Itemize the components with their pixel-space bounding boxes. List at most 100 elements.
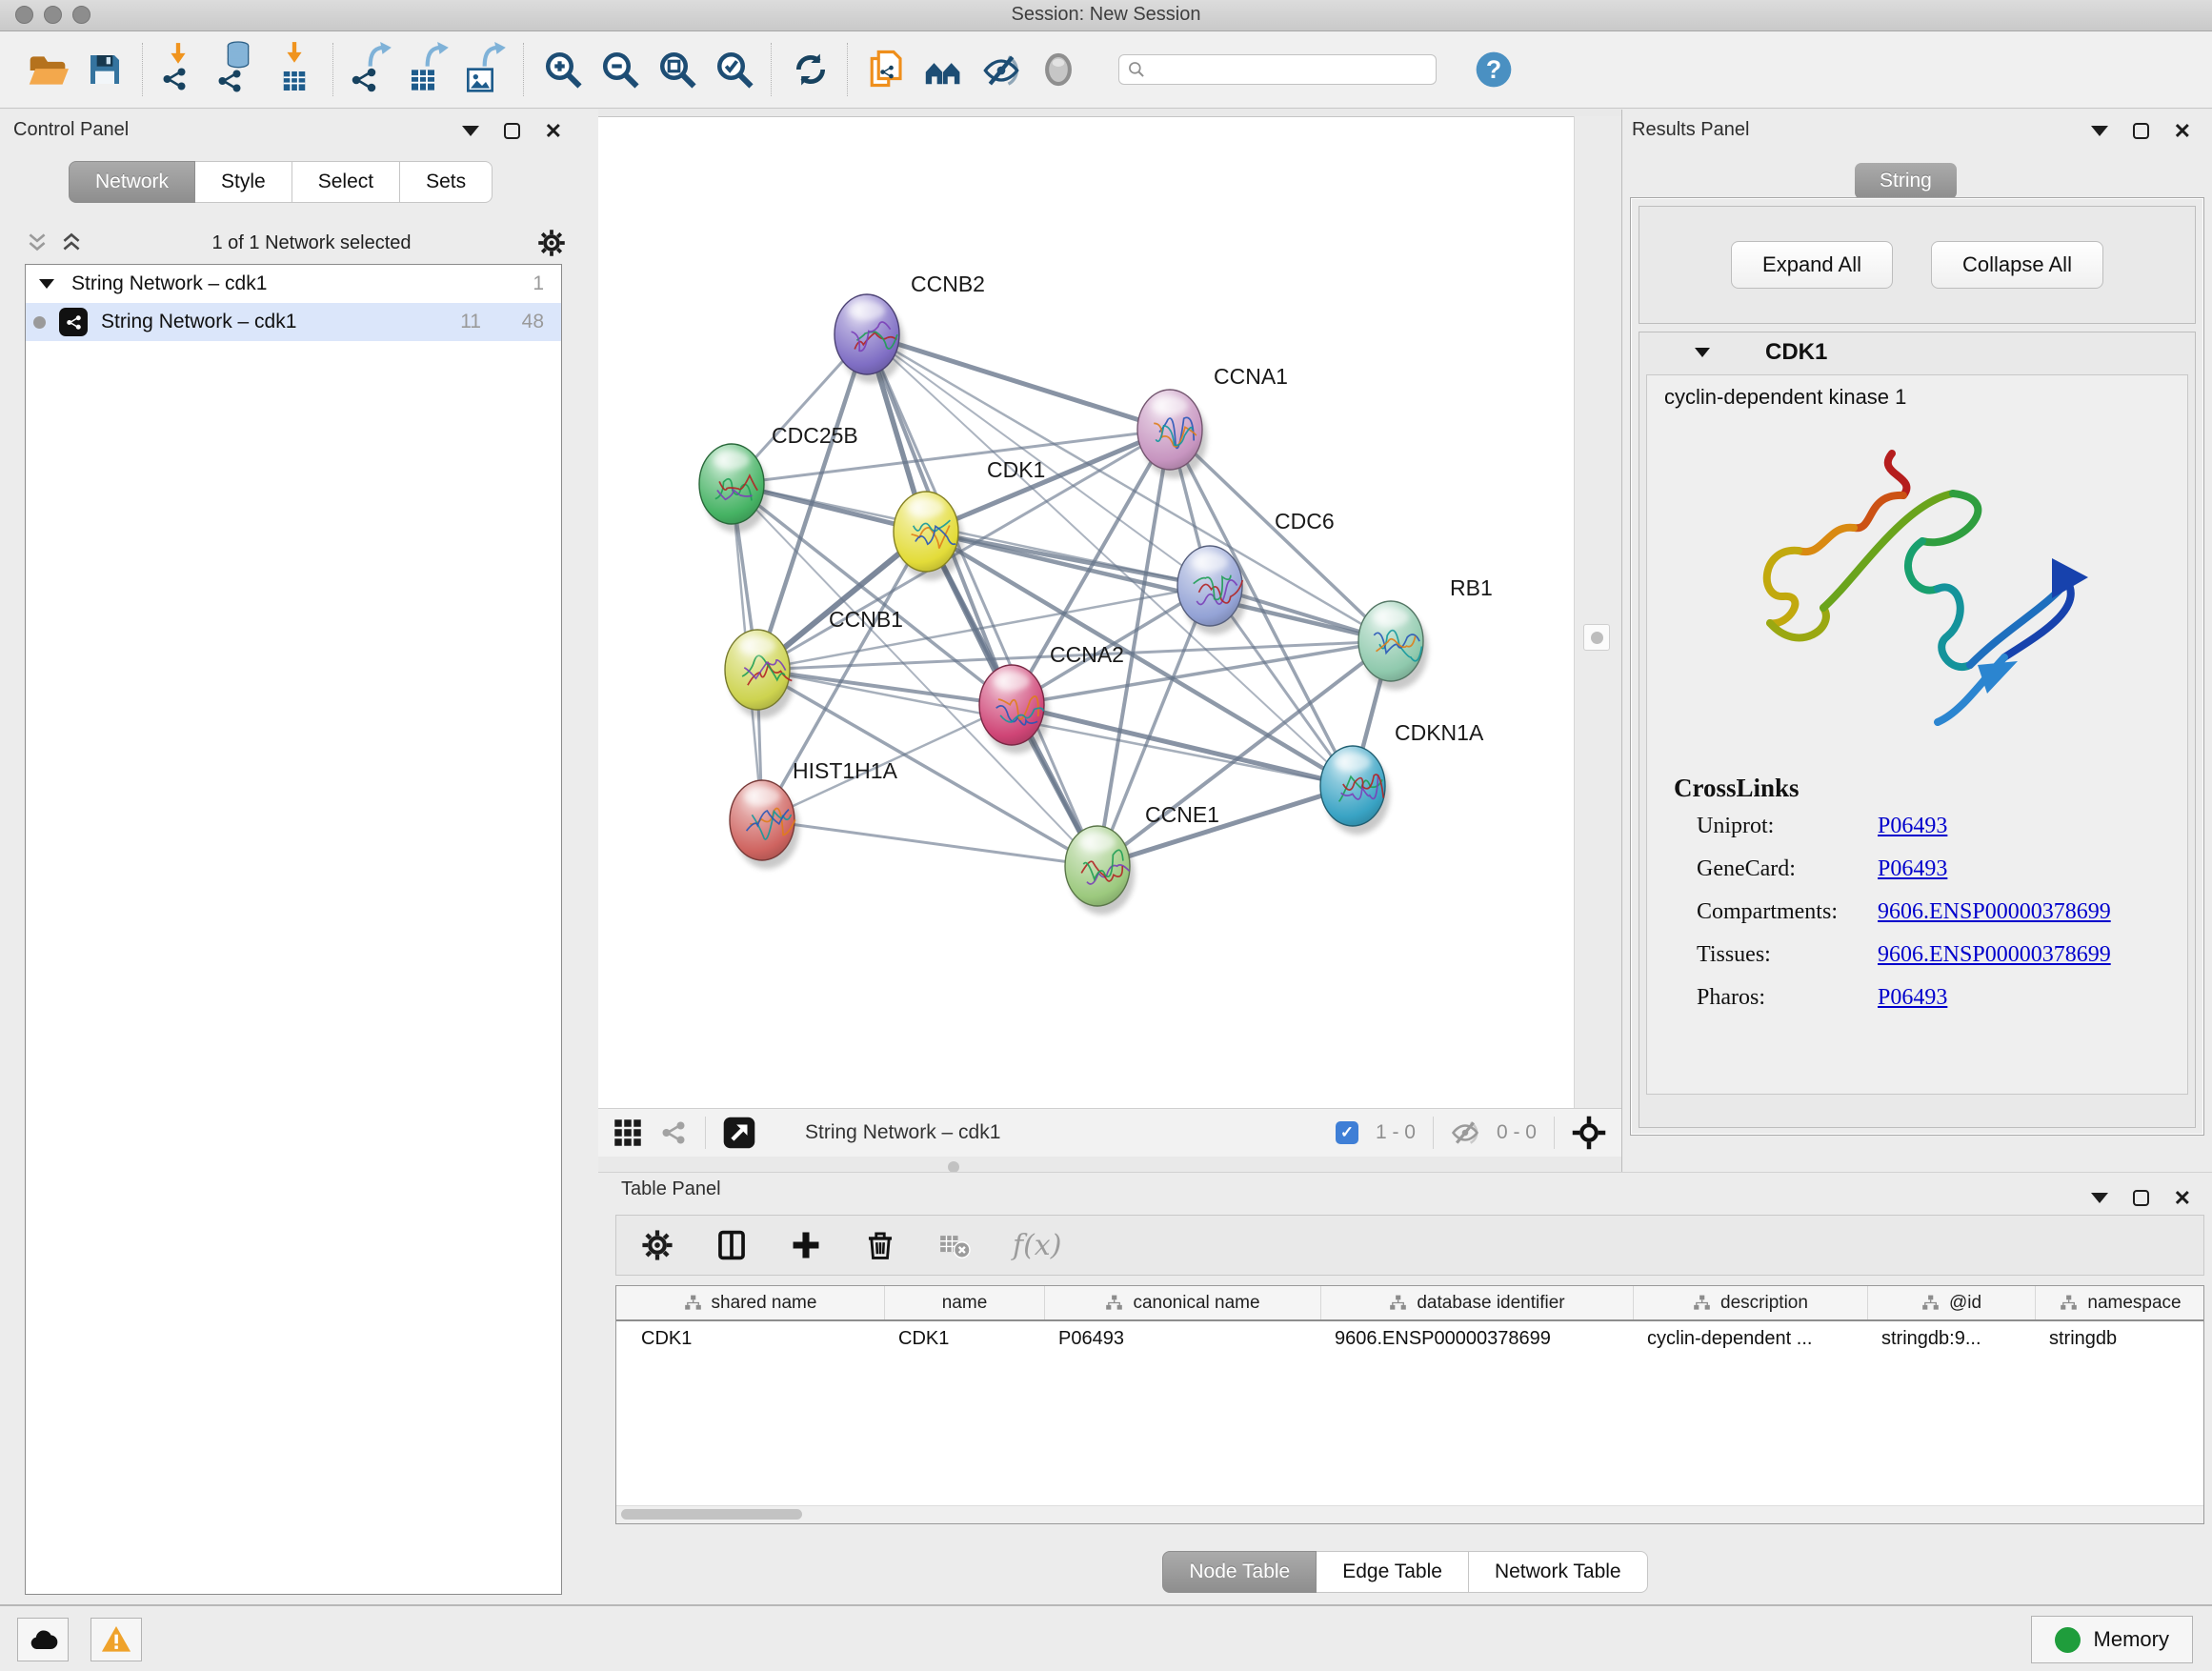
- column-header-database-identifier[interactable]: database identifier: [1321, 1286, 1634, 1319]
- open-session-button[interactable]: [19, 40, 76, 99]
- network-edge-HIST1H1A-CCNE1[interactable]: [762, 820, 1097, 866]
- network-node-CCNE1[interactable]: CCNE1: [1065, 802, 1219, 915]
- tab-sets[interactable]: Sets: [400, 161, 493, 203]
- panel-float-icon[interactable]: [2133, 1190, 2149, 1206]
- table-horizontal-scrollbar[interactable]: [616, 1505, 2203, 1523]
- import-network-database-button[interactable]: [210, 40, 267, 99]
- tab-node-table[interactable]: Node Table: [1162, 1551, 1317, 1593]
- column-header-name[interactable]: name: [885, 1286, 1045, 1319]
- panel-menu-icon[interactable]: [2091, 1193, 2108, 1203]
- expand-all-networks-icon[interactable]: [57, 231, 86, 255]
- grid-view-icon[interactable]: [613, 1118, 642, 1147]
- search-input[interactable]: [1118, 54, 1437, 85]
- splitter-handle[interactable]: [1583, 624, 1610, 651]
- panel-close-icon[interactable]: ✕: [2174, 123, 2191, 139]
- network-node-CCNA1[interactable]: CCNA1: [1137, 364, 1288, 478]
- network-canvas[interactable]: CCNB2CCNA1CDC25BCDK1CDC6RB1CCNB1CCNA2CDK…: [598, 116, 1574, 1108]
- tab-network-table[interactable]: Network Table: [1469, 1551, 1648, 1593]
- column-header-shared-name[interactable]: shared name: [616, 1286, 885, 1319]
- network-node-CDKN1A[interactable]: CDKN1A: [1320, 720, 1484, 835]
- panel-float-icon[interactable]: [2133, 123, 2149, 139]
- save-session-button[interactable]: [76, 40, 133, 99]
- tab-string[interactable]: String: [1855, 163, 1957, 199]
- network-graph[interactable]: CCNB2CCNA1CDC25BCDK1CDC6RB1CCNB1CCNA2CDK…: [598, 117, 1574, 1109]
- zoom-selected-button[interactable]: [705, 40, 762, 99]
- cell-name[interactable]: CDK1: [885, 1328, 1045, 1350]
- share-view-icon[interactable]: [659, 1118, 688, 1147]
- tab-edge-table[interactable]: Edge Table: [1317, 1551, 1469, 1593]
- open-in-window-icon[interactable]: [723, 1117, 755, 1149]
- crosslink-link[interactable]: 9606.ENSP00000378699: [1878, 899, 2111, 925]
- network-collection-row[interactable]: String Network – cdk1 1: [26, 265, 561, 303]
- first-neighbors-button[interactable]: [915, 40, 972, 99]
- help-button[interactable]: ?: [1475, 50, 1513, 89]
- column-header-namespace[interactable]: namespace: [2036, 1286, 2205, 1319]
- cell-namespace[interactable]: stringdb: [2036, 1328, 2205, 1350]
- network-edge-CDKN1A-CCNE1[interactable]: [1097, 786, 1353, 866]
- scrollbar-thumb[interactable]: [621, 1509, 802, 1520]
- panel-close-icon[interactable]: ✕: [2174, 1190, 2191, 1206]
- crosslink-link[interactable]: P06493: [1878, 856, 1947, 882]
- network-row-selected[interactable]: String Network – cdk1 11 48: [26, 303, 561, 341]
- panel-close-icon[interactable]: ✕: [545, 123, 562, 139]
- export-image-button[interactable]: [457, 40, 514, 99]
- cell-id[interactable]: stringdb:9...: [1868, 1328, 2036, 1350]
- crosslink-link[interactable]: P06493: [1878, 814, 1947, 839]
- network-edge-CCNB2-CCNA1[interactable]: [867, 334, 1170, 430]
- gene-section-header[interactable]: CDK1: [1639, 332, 2195, 372]
- refresh-layout-button[interactable]: [781, 40, 838, 99]
- column-header-description[interactable]: description: [1634, 1286, 1868, 1319]
- birdseye-crosshair-icon[interactable]: [1572, 1116, 1606, 1150]
- export-table-button[interactable]: [400, 40, 457, 99]
- cell-database-identifier[interactable]: 9606.ENSP00000378699: [1321, 1328, 1634, 1350]
- table-gear-icon[interactable]: [641, 1229, 674, 1261]
- panel-menu-icon[interactable]: [462, 126, 479, 136]
- collapse-all-networks-icon[interactable]: [23, 231, 51, 255]
- column-header-id[interactable]: @id: [1868, 1286, 2036, 1319]
- zoom-fit-button[interactable]: [648, 40, 705, 99]
- network-edge-CCNA2-CDKN1A[interactable]: [1012, 705, 1353, 786]
- network-options-gear-icon[interactable]: [537, 229, 566, 257]
- expand-all-button[interactable]: Expand All: [1731, 241, 1893, 289]
- panel-float-icon[interactable]: [504, 123, 520, 139]
- cell-description[interactable]: cyclin-dependent ...: [1634, 1328, 1868, 1350]
- panel-menu-icon[interactable]: [2091, 126, 2108, 136]
- tab-select[interactable]: Select: [292, 161, 400, 203]
- table-row[interactable]: CDK1 CDK1 P06493 9606.ENSP00000378699 cy…: [616, 1321, 2203, 1356]
- columns-icon[interactable]: [715, 1229, 748, 1261]
- network-edge-CCNB2-RB1[interactable]: [867, 334, 1391, 641]
- selected-checkbox-icon[interactable]: ✓: [1336, 1121, 1358, 1144]
- canvas-results-splitter[interactable]: [1574, 116, 1621, 1108]
- cloud-button[interactable]: [17, 1618, 69, 1661]
- add-column-icon[interactable]: [790, 1229, 822, 1261]
- hide-selected-button[interactable]: [972, 40, 1029, 99]
- zoom-in-button[interactable]: [533, 40, 591, 99]
- cell-shared-name[interactable]: CDK1: [616, 1328, 885, 1350]
- gene-collapse-icon[interactable]: [1695, 348, 1710, 357]
- crosslink-link[interactable]: P06493: [1878, 985, 1947, 1011]
- import-network-file-button[interactable]: [152, 40, 210, 99]
- collection-expand-icon[interactable]: [39, 279, 54, 289]
- tab-style[interactable]: Style: [195, 161, 292, 203]
- collapse-all-button[interactable]: Collapse All: [1931, 241, 2103, 289]
- clone-network-button[interactable]: [857, 40, 915, 99]
- export-network-button[interactable]: [343, 40, 400, 99]
- tab-network[interactable]: Network: [69, 161, 195, 203]
- crosslink-link[interactable]: 9606.ENSP00000378699: [1878, 942, 2111, 968]
- network-node-HIST1H1A[interactable]: HIST1H1A: [730, 758, 898, 869]
- network-edge-CCNA1-CCNB1[interactable]: [757, 430, 1170, 670]
- network-node-RB1[interactable]: RB1: [1358, 575, 1493, 690]
- memory-button[interactable]: Memory: [2031, 1616, 2193, 1663]
- delete-column-icon[interactable]: [864, 1229, 896, 1261]
- import-table-button[interactable]: [267, 40, 324, 99]
- warnings-button[interactable]: [90, 1618, 142, 1661]
- column-header-canonical-name[interactable]: canonical name: [1045, 1286, 1321, 1319]
- hidden-eye-icon[interactable]: [1451, 1118, 1479, 1147]
- table-toolbar: f(x): [615, 1215, 2204, 1276]
- cell-canonical-name[interactable]: P06493: [1045, 1328, 1321, 1350]
- node-gloss: [1373, 608, 1409, 627]
- show-all-button[interactable]: [1029, 40, 1086, 99]
- network-edge-CCNB2-CCNE1[interactable]: [867, 334, 1097, 866]
- zoom-out-button[interactable]: [591, 40, 648, 99]
- network-node-CDK1[interactable]: CDK1: [894, 457, 1045, 580]
